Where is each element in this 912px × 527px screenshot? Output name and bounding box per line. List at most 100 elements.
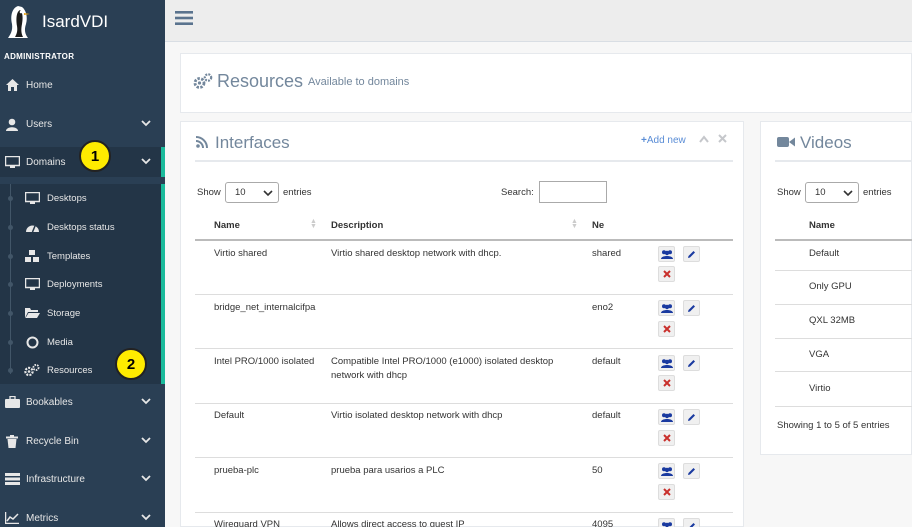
delete-button[interactable] <box>658 375 675 391</box>
video-row: Virtio <box>809 383 831 394</box>
chevron-down-icon <box>141 475 151 482</box>
video-row: VGA <box>809 349 830 360</box>
nav-metrics-label: Metrics <box>26 512 59 524</box>
menu-toggle-icon[interactable] <box>175 10 193 26</box>
column-header-name[interactable]: Name <box>809 220 835 231</box>
page-length-select[interactable]: 10 <box>225 182 279 203</box>
edit-button[interactable] <box>683 355 700 371</box>
bullet-dot <box>8 368 13 373</box>
chevron-down-icon <box>141 437 151 444</box>
column-header-net[interactable]: Ne <box>592 220 604 231</box>
delete-icon <box>662 379 671 387</box>
users-button[interactable] <box>658 409 675 425</box>
cell-description: Allows direct access to guest IP <box>331 519 465 527</box>
users-button[interactable] <box>658 518 675 527</box>
nav-domains-label: Domains <box>26 156 66 168</box>
cell-name: Virtio shared <box>214 248 268 259</box>
trash-icon <box>4 434 20 448</box>
disc-icon <box>24 336 40 349</box>
bullet-dot <box>8 225 13 230</box>
column-header-name[interactable]: Name <box>214 220 240 231</box>
nav-home-label: Home <box>26 79 53 91</box>
chevron-down-icon <box>843 190 853 197</box>
sidebar-item-label: Desktops status <box>47 221 115 233</box>
sidebar: IsardVDI ADMINISTRATOR Home Users Domain… <box>0 0 165 527</box>
cell-net: default <box>592 410 621 421</box>
cell-net: eno2 <box>592 302 614 313</box>
delete-button[interactable] <box>658 484 675 500</box>
cell-description: prueba para usarios a PLC <box>331 465 445 476</box>
pencil-icon <box>688 359 695 367</box>
cell-name: Default <box>214 410 245 421</box>
sidebar-item-deployments[interactable]: Deployments <box>0 271 161 297</box>
users-button[interactable] <box>658 463 675 479</box>
add-new-button[interactable]: +Add new <box>641 135 686 146</box>
header-divider <box>195 239 733 241</box>
delete-button[interactable] <box>658 430 675 446</box>
users-button[interactable] <box>658 300 675 316</box>
role-label: ADMINISTRATOR <box>4 52 75 61</box>
sidebar-item-label: Templates <box>47 250 91 262</box>
edit-button[interactable] <box>683 409 700 425</box>
sidebar-item-label: Desktops <box>47 192 87 204</box>
row-divider <box>195 294 733 295</box>
brand[interactable]: IsardVDI <box>0 0 165 44</box>
users-button[interactable] <box>658 355 675 371</box>
sidebar-item-desktops[interactable]: Desktops <box>0 185 161 211</box>
table-info: Showing 1 to 5 of 5 entries <box>777 420 890 431</box>
row-divider <box>775 304 912 305</box>
cell-net: 4095 <box>592 519 614 527</box>
users-button[interactable] <box>658 246 675 262</box>
annotation-badge: 2 <box>115 348 147 380</box>
page-length-value: 10 <box>815 187 826 198</box>
desktop-icon <box>24 277 40 291</box>
sort-icon[interactable]: ▲ ▼ <box>571 218 578 230</box>
users-icon <box>661 521 672 527</box>
nav-bookables[interactable]: Bookables <box>0 387 165 417</box>
edit-button[interactable] <box>683 246 700 262</box>
chevron-down-icon <box>141 514 151 521</box>
page-title: Resources <box>217 71 304 91</box>
sidebar-item-desktops-status[interactable]: Desktops status <box>0 214 161 240</box>
chevron-up-icon[interactable] <box>699 135 709 143</box>
edit-button[interactable] <box>683 463 700 479</box>
search-input[interactable] <box>539 181 607 203</box>
home-icon <box>4 78 20 92</box>
sidebar-item-storage[interactable]: Storage <box>0 300 161 326</box>
sidebar-item-label: Resources <box>47 364 93 376</box>
pencil-icon <box>688 250 695 258</box>
page-length-select[interactable]: 10 <box>805 182 859 203</box>
server-icon <box>4 472 20 486</box>
column-header-description[interactable]: Description <box>331 220 383 231</box>
nav-metrics[interactable]: Metrics <box>0 503 165 527</box>
sort-icon[interactable]: ▲ ▼ <box>310 218 317 230</box>
video-row: Only GPU <box>809 281 852 292</box>
sidebar-item-label: Deployments <box>47 278 103 290</box>
entries-label: entries <box>863 187 892 198</box>
delete-icon <box>662 270 671 278</box>
page-header: Resources Available to domains <box>180 53 912 113</box>
users-icon <box>660 358 673 368</box>
folder-open-icon <box>24 307 40 320</box>
row-divider <box>195 457 733 458</box>
nav-recycle-bin[interactable]: Recycle Bin <box>0 426 165 456</box>
sidebar-item-templates[interactable]: Templates <box>0 243 161 269</box>
chevron-down-icon <box>141 398 151 405</box>
users-icon <box>660 303 673 313</box>
panel-title: Videos <box>800 133 852 152</box>
show-label: Show <box>777 187 801 198</box>
monitor-icon <box>4 155 20 169</box>
nav-infrastructure[interactable]: Infrastructure <box>0 464 165 494</box>
cell-description: Virtio shared desktop network with dhcp. <box>331 248 502 259</box>
delete-button[interactable] <box>658 321 675 337</box>
nav-users[interactable]: Users <box>0 109 165 139</box>
nav-home[interactable]: Home <box>0 70 165 100</box>
video-row: QXL 32MB <box>809 315 856 326</box>
cogs-icon <box>193 73 213 89</box>
edit-button[interactable] <box>683 300 700 316</box>
edit-button[interactable] <box>683 518 700 527</box>
cell-net: default <box>592 356 621 367</box>
sidebar-item-label: Media <box>47 336 73 348</box>
close-icon[interactable] <box>718 134 727 143</box>
delete-button[interactable] <box>658 266 675 282</box>
